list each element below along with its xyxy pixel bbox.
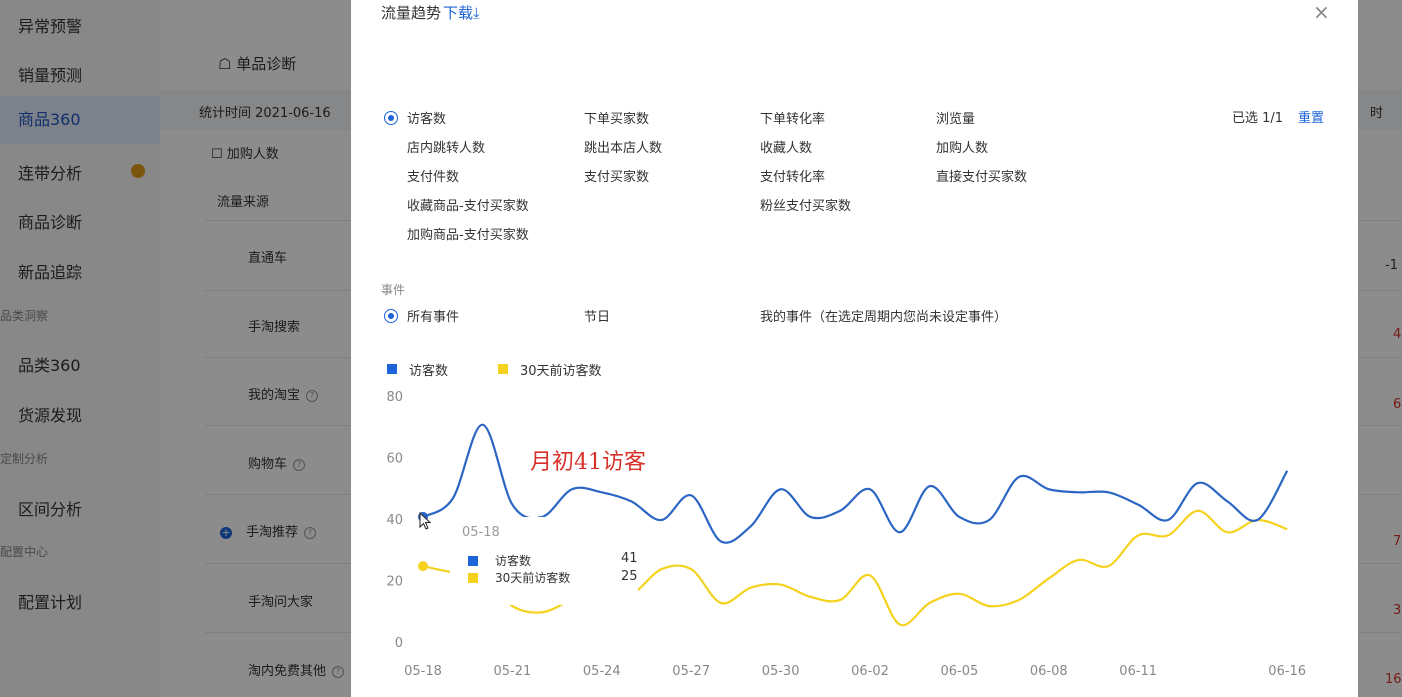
tooltip-date: 05-18 xyxy=(462,525,500,540)
tooltip-value: 41 xyxy=(621,551,638,566)
y-tick-label: 40 xyxy=(386,513,403,528)
x-tick-label: 06-02 xyxy=(851,664,889,679)
x-tick-label: 06-08 xyxy=(1030,664,1068,679)
x-tick-label: 05-21 xyxy=(494,664,532,679)
tooltip-value: 25 xyxy=(621,569,638,584)
y-tick-label: 20 xyxy=(386,575,403,590)
x-tick-label: 06-05 xyxy=(941,664,979,679)
y-tick-label: 80 xyxy=(386,390,403,405)
mouse-cursor-icon xyxy=(419,512,432,530)
x-tick-label: 05-24 xyxy=(583,664,621,679)
x-tick-label: 05-18 xyxy=(404,664,442,679)
tooltip-swatch xyxy=(468,573,478,583)
annotation-text: 月初41访客 xyxy=(530,450,646,475)
y-tick-label: 0 xyxy=(395,636,403,651)
tooltip-label: 访客数 xyxy=(495,554,532,568)
tooltip-label: 30天前访客数 xyxy=(495,571,571,585)
tooltip-swatch xyxy=(468,556,478,566)
x-tick-label: 06-11 xyxy=(1119,664,1157,679)
x-tick-label: 06-16 xyxy=(1268,664,1306,679)
y-tick-label: 60 xyxy=(386,452,403,467)
chart-tooltip: 05-18 访客数 41 30天前访客数 25 xyxy=(450,517,638,605)
hover-point xyxy=(418,561,428,572)
trend-chart: 0 20 40 60 80 05-18 05-21 05-24 05-27 05-30 06-02 0… xyxy=(386,390,1306,679)
x-tick-label: 05-27 xyxy=(672,664,710,679)
x-tick-label: 05-30 xyxy=(762,664,800,679)
